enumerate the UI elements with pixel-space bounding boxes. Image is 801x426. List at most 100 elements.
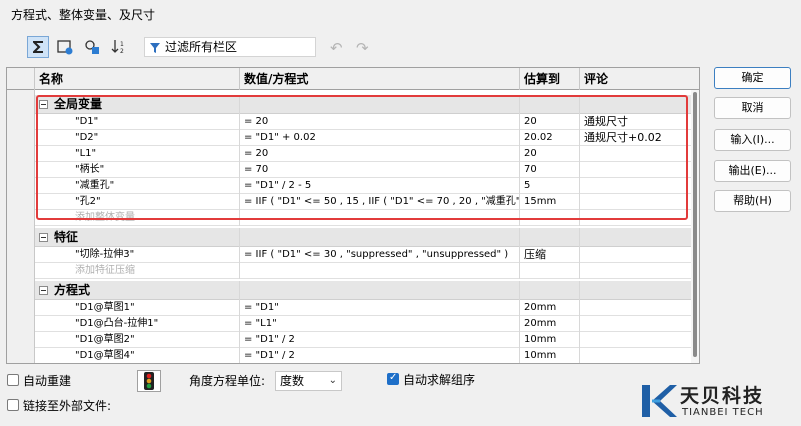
auto-rebuild-label: 自动重建 <box>23 374 72 388</box>
filter-text: 过滤所有栏区 <box>165 40 238 54</box>
comment-cell[interactable] <box>580 194 693 210</box>
empty-cell <box>520 263 580 279</box>
help-button[interactable]: 帮助(H) <box>714 190 791 212</box>
comment-cell[interactable] <box>580 348 693 363</box>
table-row[interactable]: "孔2" = IIF ( "D1" <= 50 , 15 , IIF ( "D1… <box>35 194 693 210</box>
global-view-icon <box>85 40 99 54</box>
name-cell[interactable]: "孔2" <box>35 194 240 210</box>
section-equations[interactable]: 方程式 <box>35 281 693 300</box>
angle-unit-select[interactable]: 度数 ⌄ <box>275 371 342 391</box>
empty-cell <box>520 228 580 247</box>
value-cell[interactable]: = IIF ( "D1" <= 50 , 15 , IIF ( "D1" <= … <box>240 194 520 210</box>
comment-cell[interactable] <box>580 162 693 178</box>
auto-rebuild-checkbox[interactable] <box>7 374 19 386</box>
empty-cell <box>580 263 693 279</box>
undo-icon[interactable]: ↶ <box>330 39 343 57</box>
table-row[interactable]: "D1@草图1" = "D1" 20mm <box>35 300 693 316</box>
value-cell[interactable]: = "D1" / 2 - 5 <box>240 178 520 194</box>
value-cell[interactable]: = "D1" <box>240 300 520 316</box>
section-title: 全局变量 <box>35 95 240 114</box>
logo-mark-icon <box>642 385 677 417</box>
table-row[interactable]: "L1" = 20 20 <box>35 146 693 162</box>
comment-cell[interactable] <box>580 316 693 332</box>
name-cell[interactable]: "D1@凸台-拉伸1" <box>35 316 240 332</box>
value-cell[interactable]: = "D1" / 2 <box>240 348 520 363</box>
name-cell[interactable]: "柄长" <box>35 162 240 178</box>
add-global-variable-row[interactable]: 添加整体变量 <box>35 210 693 226</box>
name-cell[interactable]: "减重孔" <box>35 178 240 194</box>
sketch-view-button[interactable] <box>54 36 76 58</box>
section-features[interactable]: 特征 <box>35 228 693 247</box>
empty-cell <box>580 281 693 300</box>
eval-cell: 压缩 <box>520 247 580 263</box>
comment-cell[interactable] <box>580 247 693 263</box>
name-cell[interactable]: "L1" <box>35 146 240 162</box>
traffic-light-button[interactable] <box>137 370 161 392</box>
eval-cell: 15mm <box>520 194 580 210</box>
filter-input[interactable]: 过滤所有栏区 <box>144 37 316 57</box>
value-cell[interactable]: = 70 <box>240 162 520 178</box>
name-cell[interactable]: "D1@草图2" <box>35 332 240 348</box>
comment-cell[interactable] <box>580 332 693 348</box>
company-logo: 天贝科技 TIANBEI TECH <box>640 381 800 425</box>
name-cell[interactable]: "D1@草图4" <box>35 348 240 363</box>
empty-cell <box>240 95 520 114</box>
table-row[interactable]: "D1@草图2" = "D1" / 2 10mm <box>35 332 693 348</box>
scrollbar-thumb[interactable] <box>693 92 697 357</box>
table-row[interactable]: "柄长" = 70 70 <box>35 162 693 178</box>
comment-cell[interactable] <box>580 178 693 194</box>
eval-cell: 70 <box>520 162 580 178</box>
col-name-header[interactable]: 名称 <box>35 68 240 90</box>
redo-icon[interactable]: ↷ <box>356 39 369 57</box>
value-cell[interactable]: = 20 <box>240 146 520 162</box>
corner-cell[interactable] <box>7 68 35 90</box>
row-header-column <box>7 68 35 363</box>
value-cell[interactable]: = "D1" / 2 <box>240 332 520 348</box>
name-cell[interactable]: "D1" <box>35 114 240 130</box>
col-eval-header[interactable]: 估算到 <box>520 68 580 90</box>
name-cell[interactable]: "D1@草图1" <box>35 300 240 316</box>
equation-view-button[interactable] <box>27 36 49 58</box>
empty-cell <box>580 228 693 247</box>
collapse-icon[interactable] <box>39 286 48 295</box>
collapse-icon[interactable] <box>39 233 48 242</box>
table-row[interactable]: "减重孔" = "D1" / 2 - 5 5 <box>35 178 693 194</box>
table-row[interactable]: "D1@草图4" = "D1" / 2 10mm <box>35 348 693 363</box>
name-cell[interactable]: "D2" <box>35 130 240 146</box>
link-external-checkbox[interactable] <box>7 399 19 411</box>
add-placeholder[interactable]: 添加特征压缩 <box>35 263 240 279</box>
value-cell[interactable]: = "L1" <box>240 316 520 332</box>
section-title: 方程式 <box>35 281 240 300</box>
comment-cell[interactable] <box>580 146 693 162</box>
logo-chinese-text: 天贝科技 <box>680 385 765 407</box>
value-cell[interactable]: = 20 <box>240 114 520 130</box>
export-button[interactable]: 输出(E)... <box>714 160 791 182</box>
table-row[interactable]: "D1" = 20 20 通规尺寸 <box>35 114 693 130</box>
import-button[interactable]: 输入(I)... <box>714 129 791 151</box>
table-row[interactable]: "切除-拉伸3" = IIF ( "D1" <= 30 , "suppresse… <box>35 247 693 263</box>
comment-cell[interactable] <box>580 300 693 316</box>
section-label: 方程式 <box>54 283 91 297</box>
add-placeholder[interactable]: 添加整体变量 <box>35 210 240 226</box>
ordered-view-button[interactable]: 12 <box>108 36 130 58</box>
comment-cell[interactable]: 通规尺寸+0.02 <box>580 130 693 146</box>
table-row[interactable]: "D1@凸台-拉伸1" = "L1" 20mm <box>35 316 693 332</box>
value-cell[interactable]: = "D1" + 0.02 <box>240 130 520 146</box>
eval-cell: 20mm <box>520 316 580 332</box>
global-view-button[interactable] <box>81 36 103 58</box>
section-global-variables[interactable]: 全局变量 <box>35 95 693 114</box>
value-cell[interactable]: = IIF ( "D1" <= 30 , "suppressed" , "uns… <box>240 247 520 263</box>
auto-solve-checkbox[interactable] <box>387 372 399 385</box>
comment-cell[interactable]: 通规尺寸 <box>580 114 693 130</box>
col-value-header[interactable]: 数值/方程式 <box>240 68 520 90</box>
cancel-button[interactable]: 取消 <box>714 97 791 119</box>
vertical-scrollbar[interactable] <box>691 90 699 363</box>
col-comment-header[interactable]: 评论 <box>580 68 699 90</box>
svg-text:1: 1 <box>120 41 124 48</box>
add-feature-suppression-row[interactable]: 添加特征压缩 <box>35 263 693 279</box>
collapse-icon[interactable] <box>39 100 48 109</box>
link-external-label: 链接至外部文件: <box>23 399 112 413</box>
ok-button[interactable]: 确定 <box>714 67 791 89</box>
name-cell[interactable]: "切除-拉伸3" <box>35 247 240 263</box>
table-row[interactable]: "D2" = "D1" + 0.02 20.02 通规尺寸+0.02 <box>35 130 693 146</box>
